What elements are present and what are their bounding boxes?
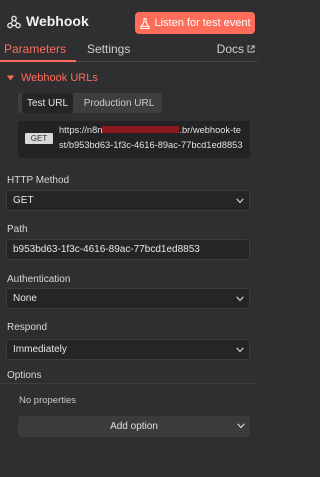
chevron-down-icon <box>237 423 245 429</box>
docs-label: Docs <box>216 42 244 56</box>
external-link-icon <box>247 45 255 53</box>
listen-for-test-event-button[interactable]: Listen for test event <box>135 12 255 34</box>
webhook-urls-toggle[interactable]: Webhook URLs <box>7 72 98 84</box>
path-label: Path <box>7 224 28 235</box>
http-method-select[interactable]: GET <box>6 190 250 211</box>
docs-link[interactable]: Docs <box>217 42 255 56</box>
webhook-urls-label: Webhook URLs <box>21 72 98 84</box>
chevron-down-icon <box>236 296 244 302</box>
tab-settings[interactable]: Settings <box>87 42 130 56</box>
webhook-url-display[interactable]: GET https://n8n .br/webhook-te st/b953bd6… <box>18 121 250 158</box>
respond-value: Immediately <box>13 344 67 355</box>
panel-tabs: Parameters Settings Docs <box>0 40 258 62</box>
panel-header: Webhook Listen for test event <box>0 0 258 40</box>
chevron-down-icon <box>236 198 244 204</box>
add-option-label: Add option <box>110 421 158 432</box>
authentication-select[interactable]: None <box>6 288 250 309</box>
add-option-button[interactable]: Add option <box>18 416 250 437</box>
url-suffix: .br/webhook-te <box>179 125 241 135</box>
url-line-1: https://n8n .br/webhook-te <box>59 125 241 135</box>
active-tab-indicator <box>0 60 76 62</box>
path-input[interactable] <box>6 239 250 260</box>
url-prefix: https://n8n <box>59 125 103 135</box>
redacted-block <box>102 126 180 133</box>
chevron-down-icon <box>7 75 14 81</box>
url-type-tabs: Test URL Production URL <box>18 93 162 113</box>
node-settings-panel: Webhook Listen for test event Parameters… <box>0 0 258 477</box>
tab-parameters[interactable]: Parameters <box>4 42 66 56</box>
listen-button-label: Listen for test event <box>154 17 251 29</box>
method-badge: GET <box>25 133 53 144</box>
http-method-value: GET <box>13 195 34 206</box>
respond-label: Respond <box>7 322 48 333</box>
authentication-value: None <box>13 293 37 304</box>
chevron-down-icon <box>236 347 244 353</box>
url-line-2: st/b953bd63-1f3c-4616-89ac-77bcd1ed8853 <box>59 140 243 150</box>
http-method-label: HTTP Method <box>7 175 70 186</box>
options-divider <box>0 383 258 384</box>
tab-test-url[interactable]: Test URL <box>22 93 73 113</box>
options-label: Options <box>7 370 42 381</box>
node-title: Webhook <box>26 13 89 29</box>
respond-select[interactable]: Immediately <box>6 339 250 360</box>
webhook-icon <box>7 15 21 29</box>
no-properties-text: No properties <box>19 395 77 406</box>
tab-production-url[interactable]: Production URL <box>78 93 160 113</box>
flask-icon <box>139 17 150 29</box>
authentication-label: Authentication <box>7 274 71 285</box>
